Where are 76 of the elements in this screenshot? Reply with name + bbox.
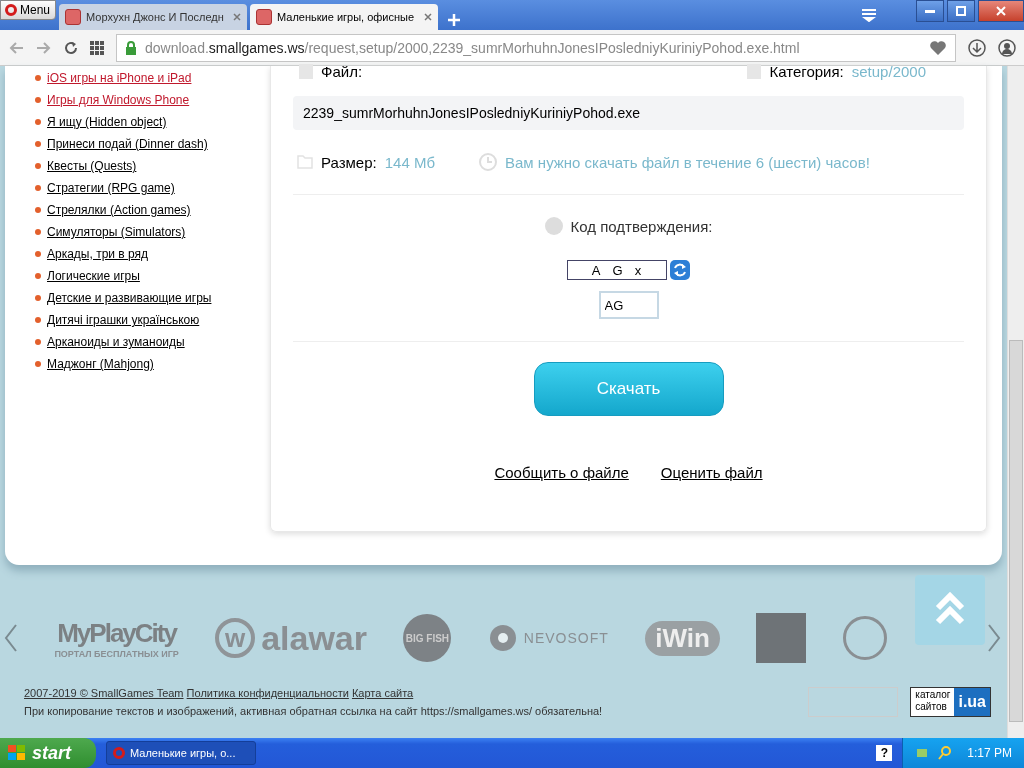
browser-tab[interactable]: Маленькие игры, офисные xyxy=(250,4,438,30)
category-label: Категория: xyxy=(769,63,844,80)
filename-field: 2239_sumrMorhuhnJonesIPosledniyKuriniyPohod.exe xyxy=(293,96,964,130)
category-link[interactable]: Стратегии (RPG game) xyxy=(47,181,175,195)
file-link[interactable]: Оценить файл xyxy=(660,464,763,481)
help-icon[interactable]: ? xyxy=(876,745,893,761)
refresh-icon[interactable] xyxy=(668,259,691,281)
category-link[interactable]: Игры для Windows Phone xyxy=(47,93,190,107)
bullet-icon xyxy=(35,317,41,323)
maximize-button[interactable] xyxy=(947,0,975,22)
scrollbar[interactable] xyxy=(1007,66,1024,738)
copyright-link[interactable]: 2007-2019 © SmallGames Team xyxy=(24,687,184,699)
category-link[interactable]: Детские и развивающие игры xyxy=(47,291,212,305)
bullet-icon xyxy=(35,339,41,345)
copy-notice: При копирование текстов и изображений, активная обратная ссылка на сайт https://smallgames.ws/ обязательна! xyxy=(24,705,604,717)
category-link[interactable]: Аркады, три в ряд xyxy=(47,247,149,261)
address-field[interactable]: download.smallgames.ws/request,setup/2000,2239_sumrMorhuhnJonesIPosledniyKuriniyPohod.exe.html xyxy=(116,33,956,62)
start-button[interactable]: start xyxy=(0,738,96,768)
footer-link[interactable]: Политика конфиденциальности xyxy=(186,687,349,699)
new-tab-icon[interactable] xyxy=(447,13,461,27)
bullet-icon xyxy=(35,163,41,169)
category-link[interactable]: Квесты (Quests) xyxy=(47,159,137,173)
folder-icon xyxy=(297,155,313,169)
menu-button[interactable]: Menu xyxy=(0,0,56,20)
bullet-icon xyxy=(35,97,41,103)
category-link[interactable]: Симуляторы (Simulators) xyxy=(47,225,186,239)
file-label: Файл: xyxy=(321,63,363,80)
file-link[interactable]: Сообщить о файле xyxy=(494,464,629,481)
bullet-icon xyxy=(35,119,41,125)
game-studio-logo-icon[interactable] xyxy=(842,616,887,660)
taskbar-button[interactable]: Маленькие игры, о... xyxy=(106,741,256,765)
minimize-button[interactable] xyxy=(916,0,944,22)
windows-flag-icon xyxy=(8,745,26,761)
captcha-label: Код подтверждения: xyxy=(570,217,713,235)
forward-icon[interactable] xyxy=(36,40,52,55)
search-icon[interactable] xyxy=(937,745,954,761)
browser-tab[interactable]: Морхухн Джонс И Последн xyxy=(59,4,247,30)
time-notice: Вам нужно скачать файл в течение 6 (шести) часов! xyxy=(505,153,870,171)
category-link[interactable]: Логические игры xyxy=(47,269,140,283)
category-link[interactable]: Я ищу (Hidden object) xyxy=(47,115,167,129)
category-link[interactable]: Принеси подай (Dinner dash) xyxy=(47,137,208,151)
bullet-icon xyxy=(35,75,41,81)
tab-list-icon[interactable] xyxy=(861,8,877,22)
category-link[interactable]: Стрелялки (Action games) xyxy=(47,203,191,217)
bullet-icon xyxy=(35,207,41,213)
bullet-icon xyxy=(35,295,41,301)
close-icon[interactable] xyxy=(424,13,432,21)
category-link[interactable]: iOS игры на iPhone и iPad xyxy=(47,71,192,85)
bullet-icon xyxy=(35,229,41,235)
maximize-icon xyxy=(956,6,966,16)
category-value: setup/2000 xyxy=(851,63,926,80)
speed-dial-icon[interactable] xyxy=(90,40,104,55)
close-icon[interactable] xyxy=(233,13,241,21)
size-value: 144 Мб xyxy=(384,153,435,171)
back-icon[interactable] xyxy=(8,40,24,55)
download-icon[interactable] xyxy=(968,38,986,57)
bullet-icon xyxy=(35,251,41,257)
bullet-icon xyxy=(35,361,41,367)
clock-icon xyxy=(479,153,497,171)
category-link[interactable]: Арканоиды и зуманоиды xyxy=(47,335,185,349)
minimize-icon xyxy=(925,9,935,13)
close-icon xyxy=(996,6,1006,16)
captcha-image: A G x xyxy=(566,260,667,280)
reload-icon[interactable] xyxy=(64,40,78,55)
account-icon[interactable] xyxy=(998,38,1016,57)
category-link[interactable]: Дитячі іграшки українською xyxy=(47,313,200,327)
size-label: Размер: xyxy=(321,153,377,171)
heart-icon[interactable] xyxy=(929,39,947,56)
footer-link[interactable]: Карта сайта xyxy=(351,687,414,699)
captcha-input[interactable]: AG xyxy=(598,291,659,319)
bullet-icon xyxy=(35,273,41,279)
category-link[interactable]: Маджонг (Mahjong) xyxy=(47,357,154,371)
bullet-icon xyxy=(35,185,41,191)
close-button[interactable] xyxy=(978,0,1024,22)
clock: 1:17 PM xyxy=(967,746,1012,760)
bullet-icon xyxy=(35,141,41,147)
